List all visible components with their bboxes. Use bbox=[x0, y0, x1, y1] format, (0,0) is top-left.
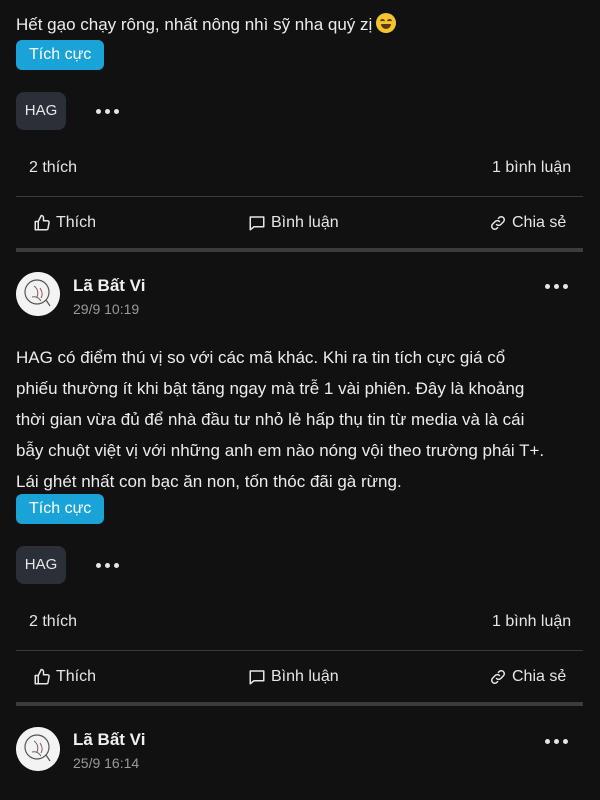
comment-label: Bình luận bbox=[271, 668, 339, 685]
comment-count[interactable]: 1 bình luận bbox=[492, 159, 571, 177]
avatar[interactable] bbox=[16, 272, 60, 316]
like-label: Thích bbox=[56, 668, 97, 685]
comment-icon bbox=[249, 216, 265, 231]
grinning-squinting-emoji-icon bbox=[376, 13, 397, 33]
like-label: Thích bbox=[56, 214, 97, 231]
body-line: HAG có điểm thú vị so với các mã khác. K… bbox=[16, 348, 506, 367]
post-separator bbox=[16, 248, 583, 252]
ticker-chip-hag[interactable]: HAG bbox=[16, 92, 66, 130]
share-label: Chia sẻ bbox=[512, 668, 567, 685]
thumbs-up-icon bbox=[34, 668, 50, 685]
post-separator bbox=[16, 702, 583, 706]
body-line: thời gian vừa đủ để nhà đầu tư nhỏ lẻ hấ… bbox=[16, 410, 525, 429]
like-button[interactable]: Thích bbox=[33, 668, 96, 686]
more-dots-icon[interactable] bbox=[96, 109, 119, 114]
comment-button[interactable]: Bình luận bbox=[248, 668, 339, 686]
share-button[interactable]: Chia sẻ bbox=[489, 214, 566, 232]
like-button[interactable]: Thích bbox=[33, 214, 96, 232]
post-time: 29/9 10:19 bbox=[73, 301, 140, 317]
share-label: Chia sẻ bbox=[512, 214, 567, 231]
body-line: phiếu thường ít khi bật tăng ngay mà trễ… bbox=[16, 379, 525, 398]
like-count[interactable]: 2 thích bbox=[29, 159, 77, 177]
sentiment-tag[interactable]: Tích cực bbox=[16, 40, 105, 70]
divider bbox=[16, 650, 583, 651]
thumbs-up-icon bbox=[34, 214, 50, 231]
comment-count[interactable]: 1 bình luận bbox=[492, 613, 571, 631]
sentiment-tag[interactable]: Tích cực bbox=[16, 494, 105, 524]
link-icon bbox=[490, 669, 506, 685]
avatar-image bbox=[16, 272, 60, 316]
comment-icon bbox=[249, 670, 265, 685]
more-dots-icon[interactable] bbox=[545, 284, 568, 289]
author-name[interactable]: Lã Bất Vi bbox=[73, 730, 145, 750]
avatar-image bbox=[16, 727, 60, 771]
body-line: Lái ghét nhất con bạc ăn non, tốn thóc đ… bbox=[16, 472, 402, 491]
like-count[interactable]: 2 thích bbox=[29, 613, 77, 631]
ticker-chip-hag[interactable]: HAG bbox=[16, 546, 66, 584]
author-name[interactable]: Lã Bất Vi bbox=[73, 276, 145, 296]
comment-button[interactable]: Bình luận bbox=[248, 214, 339, 232]
link-icon bbox=[490, 215, 506, 231]
comment-label: Bình luận bbox=[271, 214, 339, 231]
avatar[interactable] bbox=[16, 727, 60, 771]
body-line: bẫy chuột việt vị với những anh em nào n… bbox=[16, 441, 545, 460]
divider bbox=[16, 196, 583, 197]
post-time: 25/9 16:14 bbox=[73, 755, 140, 771]
share-button[interactable]: Chia sẻ bbox=[489, 668, 566, 686]
post-1-text: Hết gạo chạy rông, nhất nông nhì sỹ nha … bbox=[16, 10, 586, 40]
more-dots-icon[interactable] bbox=[545, 739, 568, 744]
post-body: HAG có điểm thú vị so với các mã khác. K… bbox=[16, 342, 586, 497]
more-dots-icon[interactable] bbox=[96, 563, 119, 568]
